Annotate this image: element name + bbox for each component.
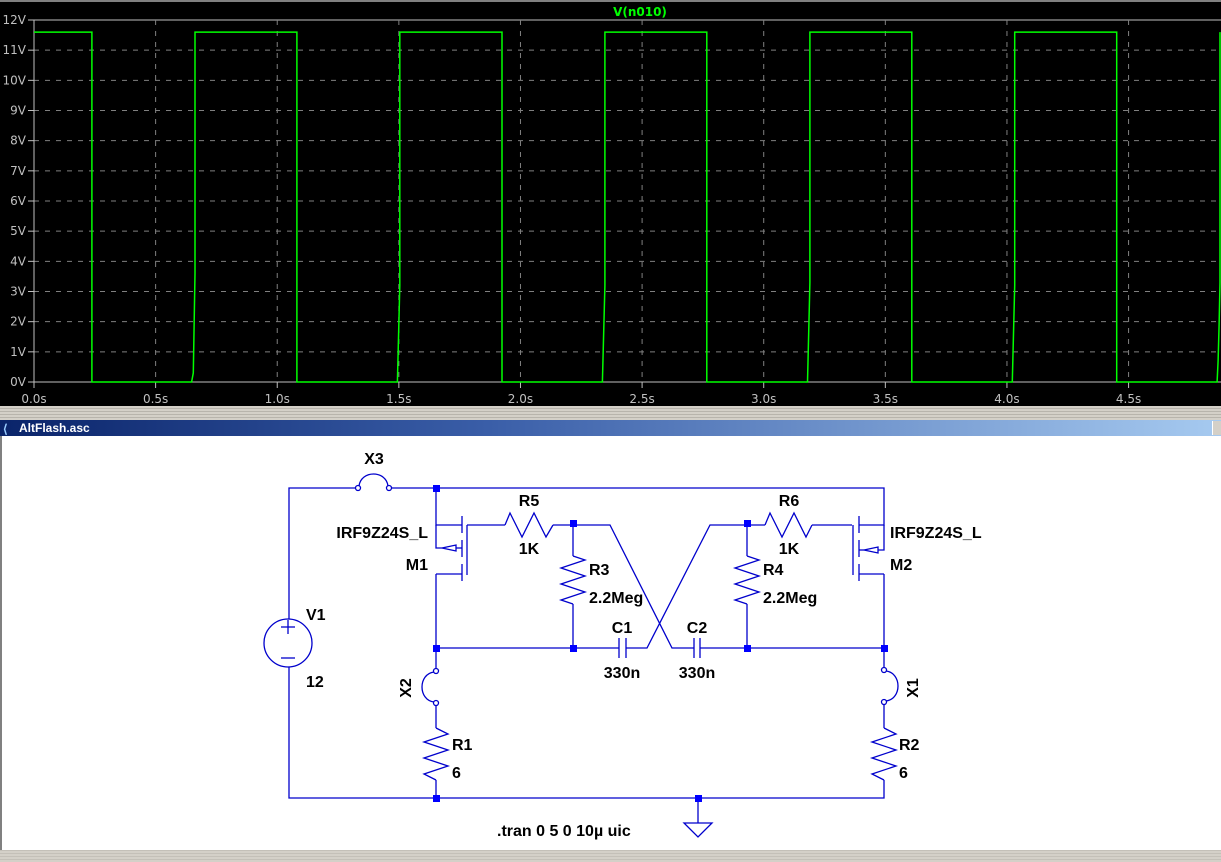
m1-model: IRF9Z24S_L — [336, 525, 428, 542]
r3-value: 2.2Meg — [589, 590, 643, 607]
window-title: AltFlash.asc — [19, 421, 90, 435]
r1-value: 6 — [452, 765, 461, 782]
c2-label: C2 — [687, 620, 708, 637]
schematic-window-titlebar[interactable]: ⟨ AltFlash.asc — [0, 420, 1221, 436]
y-tick-label: 3V — [10, 285, 27, 299]
component-r5[interactable]: R5 1K — [504, 493, 554, 558]
pane-splitter[interactable] — [0, 406, 1221, 420]
r4-value: 2.2Meg — [763, 590, 817, 607]
x-tick-label: 1.5s — [386, 392, 411, 406]
trace-v-n010 — [34, 31, 1221, 383]
m2-label: M2 — [890, 557, 912, 574]
c1-label: C1 — [612, 620, 633, 637]
v1-label: V1 — [306, 607, 326, 624]
x-tick-label: 1.0s — [265, 392, 290, 406]
r6-label: R6 — [779, 493, 800, 510]
x-tick-label: 4.5s — [1116, 392, 1141, 406]
schematic-icon: ⟨ — [3, 422, 8, 436]
spice-directive[interactable]: .tran 0 5 0 10µ uic — [497, 823, 631, 840]
y-tick-label: 11V — [3, 43, 27, 57]
y-tick-label: 5V — [10, 224, 27, 238]
x-tick-label: 2.0s — [508, 392, 533, 406]
x1-label: X1 — [905, 678, 922, 698]
window-control-button[interactable] — [1212, 421, 1221, 435]
r5-label: R5 — [519, 493, 540, 510]
component-x2[interactable]: X2 — [398, 667, 440, 707]
y-tick-label: 8V — [10, 134, 27, 148]
component-r1[interactable]: R1 6 — [421, 727, 473, 782]
x-tick-label: 3.0s — [751, 392, 776, 406]
waveform-plot[interactable]: 0V 1V 2V 3V 4V 5V 6V 7V 8V 9V 10V 11V 12V 0.0s 0.5s 1.0… — [0, 2, 1221, 406]
c2-value: 330n — [679, 665, 715, 682]
component-m1[interactable]: IRF9Z24S_L M1 — [336, 516, 468, 581]
y-tick-label: 6V — [10, 194, 27, 208]
status-bar — [0, 850, 1221, 862]
schematic-canvas[interactable]: X3 V1 12 IRF9Z24S_L M1 IRF9Z24S_L M2 R5 — [2, 436, 1221, 850]
r4-label: R4 — [763, 562, 784, 579]
ground-icon[interactable] — [682, 822, 714, 838]
y-tick-label: 12V — [3, 13, 27, 27]
r2-label: R2 — [899, 737, 920, 754]
c1-value: 330n — [604, 665, 640, 682]
component-r2[interactable]: R2 6 — [869, 727, 920, 782]
r3-label: R3 — [589, 562, 610, 579]
r6-value: 1K — [779, 541, 800, 558]
y-tick-label: 0V — [10, 375, 27, 389]
r2-value: 6 — [899, 765, 908, 782]
r1-label: R1 — [452, 737, 473, 754]
component-m2[interactable]: IRF9Z24S_L M2 — [852, 516, 982, 581]
x-tick-label: 0.0s — [21, 392, 46, 406]
component-v1[interactable]: V1 12 — [263, 607, 326, 691]
y-tick-label: 10V — [3, 73, 27, 87]
schematic-editor[interactable]: X3 V1 12 IRF9Z24S_L M1 IRF9Z24S_L M2 R5 — [0, 436, 1221, 850]
component-r4[interactable]: R4 2.2Meg — [732, 555, 817, 607]
trace-layer — [34, 31, 1221, 383]
trace-title[interactable]: V(n010) — [613, 5, 667, 19]
r5-value: 1K — [519, 541, 540, 558]
x-tick-label: 3.5s — [873, 392, 898, 406]
component-r6[interactable]: R6 1K — [764, 493, 813, 558]
component-c1[interactable]: C1 330n — [604, 620, 640, 682]
m2-model: IRF9Z24S_L — [890, 525, 982, 542]
plot-grid — [33, 19, 1221, 383]
junction-dots — [433, 485, 888, 802]
y-tick-label: 7V — [10, 164, 27, 178]
component-x3[interactable]: X3 — [354, 451, 393, 492]
v1-value: 12 — [306, 674, 324, 691]
component-r3[interactable]: R3 2.2Meg — [558, 555, 643, 607]
component-x1[interactable]: X1 — [880, 666, 923, 706]
m1-label: M1 — [406, 557, 428, 574]
y-tick-label: 4V — [10, 254, 27, 268]
waveform-viewer[interactable]: 0V 1V 2V 3V 4V 5V 6V 7V 8V 9V 10V 11V 12V 0.0s 0.5s 1.0… — [0, 0, 1221, 406]
component-c2[interactable]: C2 330n — [679, 620, 715, 682]
axis-ticks: 0V 1V 2V 3V 4V 5V 6V 7V 8V 9V 10V 11V 12V 0.0s 0.5s 1.0… — [3, 13, 1142, 406]
x3-label: X3 — [364, 451, 384, 468]
x-tick-label: 0.5s — [143, 392, 168, 406]
x-tick-label: 4.0s — [994, 392, 1019, 406]
y-tick-label: 1V — [10, 345, 27, 359]
y-tick-label: 9V — [10, 104, 27, 118]
x-tick-label: 2.5s — [629, 392, 654, 406]
x2-label: X2 — [398, 678, 415, 698]
y-tick-label: 2V — [10, 315, 27, 329]
